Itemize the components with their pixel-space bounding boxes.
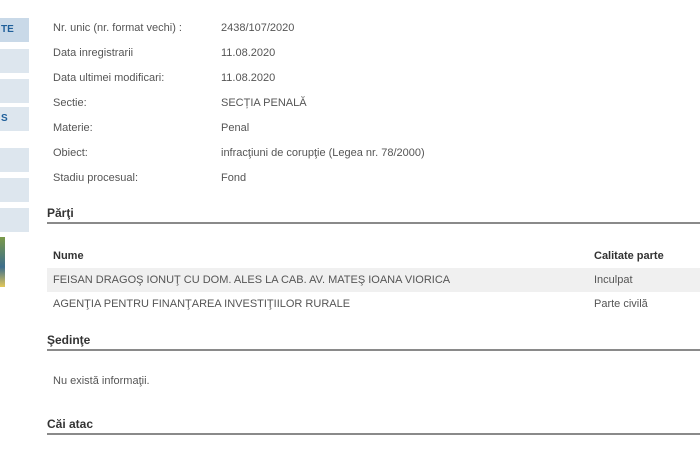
- parte-calitate: Parte civilă: [594, 298, 648, 310]
- detail-label: Obiect:: [53, 147, 88, 159]
- detail-value: infracţiuni de corupţie (Legea nr. 78/20…: [221, 147, 425, 159]
- detail-label: Stadiu procesual:: [53, 172, 138, 184]
- detail-label: Materie:: [53, 122, 93, 134]
- sidebar-tab-4[interactable]: S: [0, 107, 29, 132]
- column-header-nume: Nume: [53, 250, 84, 262]
- parte-nume: AGENŢIA PENTRU FINANŢAREA INVESTIŢIILOR …: [53, 298, 351, 310]
- detail-label: Sectie:: [53, 97, 87, 109]
- parte-calitate: Inculpat: [594, 274, 633, 286]
- table-row: FEISAN DRAGOŞ IONUŢ CU DOM. ALES LA CAB.…: [47, 268, 700, 292]
- detail-value: 2438/107/2020: [221, 22, 295, 34]
- sidebar: TE S: [0, 0, 31, 453]
- detail-value: Fond: [221, 172, 247, 184]
- detail-value: Penal: [221, 122, 250, 134]
- sidebar-tab-1[interactable]: TE: [0, 18, 29, 43]
- case-details-panel: Nr. unic (nr. format vechi) : 2438/107/2…: [47, 0, 700, 453]
- detail-label: Nr. unic (nr. format vechi) :: [53, 22, 182, 34]
- sidebar-tab-5[interactable]: [0, 148, 29, 173]
- sidebar-tab-2[interactable]: [0, 49, 29, 74]
- sidebar-thumbnail-image[interactable]: [0, 237, 5, 287]
- section-divider: [47, 433, 700, 435]
- sidebar-tab-6[interactable]: [0, 178, 29, 203]
- detail-value: SECȚIA PENALĂ: [221, 97, 307, 109]
- detail-label: Data inregistrarii: [53, 47, 134, 59]
- detail-value: 11.08.2020: [221, 72, 276, 84]
- sidebar-tab-3[interactable]: [0, 79, 29, 104]
- parte-nume: FEISAN DRAGOŞ IONUŢ CU DOM. ALES LA CAB.…: [53, 274, 451, 286]
- sidebar-tab-label: S: [1, 113, 8, 124]
- section-divider: [47, 222, 700, 224]
- sidebar-tab-7[interactable]: [0, 208, 29, 233]
- section-title-parti: Părţi: [47, 206, 74, 220]
- column-header-calitate: Calitate parte: [594, 250, 664, 262]
- section-title-cai-atac: Căi atac: [47, 417, 94, 431]
- sidebar-tab-label: TE: [1, 24, 14, 35]
- section-title-sedinte: Şedinţe: [47, 333, 91, 347]
- parti-table-header: Nume Calitate parte: [47, 244, 700, 266]
- table-row: AGENŢIA PENTRU FINANŢAREA INVESTIŢIILOR …: [47, 292, 700, 316]
- detail-label: Data ultimei modificari:: [53, 72, 165, 84]
- section-divider: [47, 349, 700, 351]
- sedinte-empty-message: Nu există informaţii.: [53, 375, 150, 387]
- detail-value: 11.08.2020: [221, 47, 276, 59]
